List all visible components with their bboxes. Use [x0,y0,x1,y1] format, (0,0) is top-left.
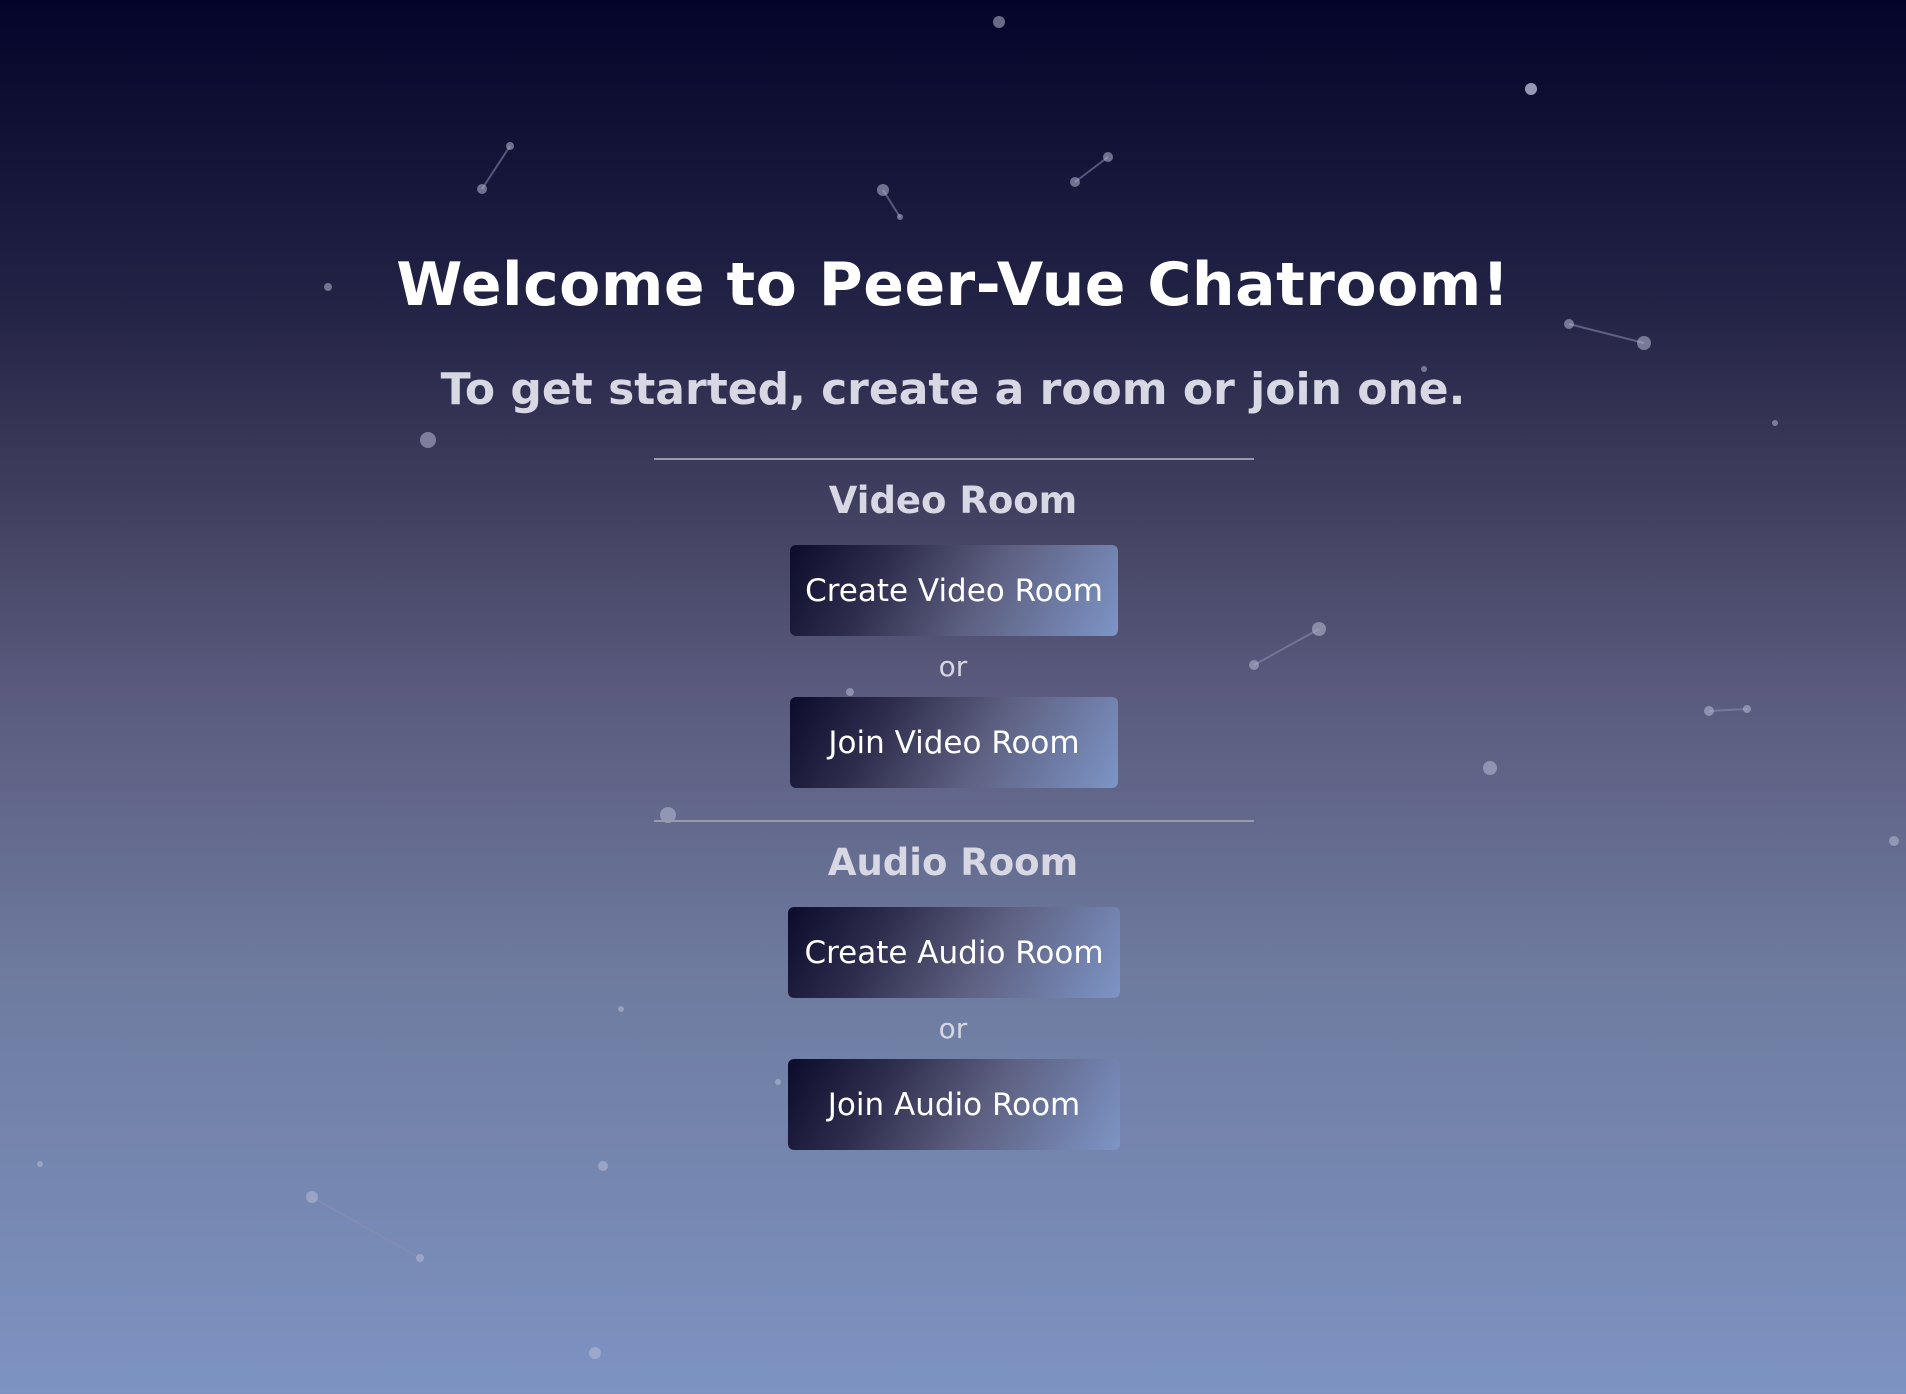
divider-middle [654,820,1254,822]
audio-room-heading: Audio Room [827,841,1079,884]
page-title: Welcome to Peer-Vue Chatroom! [396,250,1510,320]
join-audio-room-button[interactable]: Join Audio Room [788,1059,1120,1150]
landing-content: Welcome to Peer-Vue Chatroom! To get sta… [0,0,1906,1394]
page-subtitle: To get started, create a room or join on… [440,364,1466,415]
create-video-room-button[interactable]: Create Video Room [790,545,1118,636]
join-video-room-button[interactable]: Join Video Room [790,697,1118,788]
video-or-text: or [938,650,968,683]
create-audio-room-button[interactable]: Create Audio Room [788,907,1120,998]
audio-or-text: or [938,1012,968,1045]
video-room-heading: Video Room [828,479,1078,522]
divider-top [654,458,1254,460]
